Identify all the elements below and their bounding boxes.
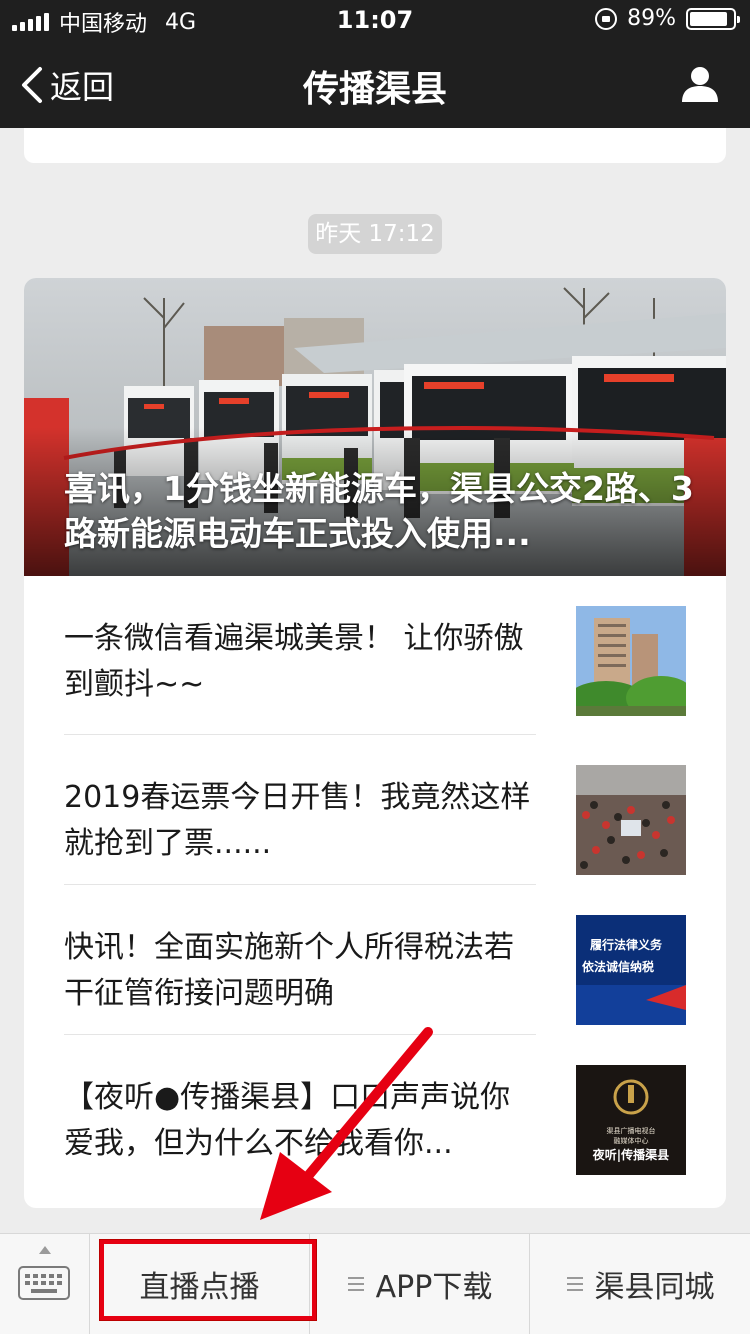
list-item[interactable]: 快讯！全面实施新个人所得税法若干征管衔接问题明确 履行法律义务 依法诚信纳税 bbox=[24, 885, 726, 1035]
night-logo-line-1: 渠县广播电视台 bbox=[607, 1126, 656, 1135]
article-list: 一条微信看遍渠城美景！ 让你骄傲到颤抖~~ 2019春运票今日开售！我竟然这样就… bbox=[24, 576, 726, 1185]
highlight-box bbox=[99, 1239, 317, 1321]
menu-item-label: 渠县同城 bbox=[594, 1270, 715, 1305]
list-item[interactable]: 一条微信看遍渠城美景！ 让你骄傲到颤抖~~ bbox=[24, 576, 726, 735]
previous-message-card[interactable] bbox=[24, 128, 726, 163]
menu-item-app-download[interactable]: APP下载 bbox=[311, 1234, 530, 1334]
navigation-bar: 返回 传播渠县 bbox=[0, 40, 750, 128]
article-thumbnail-city bbox=[576, 606, 686, 716]
status-bar: 中国移动 4G 11:07 89% bbox=[0, 0, 750, 40]
article-thumbnail-tax-banner: 履行法律义务 依法诚信纳税 bbox=[576, 915, 686, 1025]
article-title: 【夜听●传播渠县】口口声声说你爱我，但为什么不给我看你... bbox=[64, 1080, 511, 1161]
tax-banner-line-2: 依法诚信纳税 bbox=[582, 959, 654, 974]
list-item[interactable]: 2019春运票今日开售！我竟然这样就抢到了票...... bbox=[24, 735, 726, 885]
keyboard-icon bbox=[18, 1266, 70, 1300]
article-thumbnail-night-listen: 渠县广播电视台 融媒体中心 夜听|传播渠县 bbox=[576, 1065, 686, 1175]
list-item[interactable]: 【夜听●传播渠县】口口声声说你爱我，但为什么不给我看你... 渠县广播电视台 融… bbox=[24, 1035, 726, 1185]
submenu-icon bbox=[566, 1277, 583, 1291]
night-logo-line-2: 融媒体中心 bbox=[614, 1136, 649, 1145]
article-title: 一条微信看遍渠城美景！ 让你骄傲到颤抖~~ bbox=[64, 621, 524, 702]
night-logo-line-3: 夜听|传播渠县 bbox=[592, 1147, 669, 1162]
page-title: 传播渠县 bbox=[302, 69, 447, 110]
tax-banner-line-1: 履行法律义务 bbox=[589, 937, 663, 952]
article-thumbnail-station bbox=[576, 765, 686, 875]
menu-item-local[interactable]: 渠县同城 bbox=[531, 1234, 750, 1334]
battery-percent: 89% bbox=[627, 6, 676, 31]
menu-item-label: APP下载 bbox=[375, 1270, 493, 1305]
cover-article[interactable]: 喜讯，1分钱坐新能源车，渠县公交2路、3路新能源电动车正式投入使用... bbox=[24, 278, 726, 576]
battery-icon bbox=[686, 7, 740, 30]
rotation-lock-icon bbox=[595, 7, 618, 30]
user-profile-icon[interactable] bbox=[680, 64, 720, 104]
message-timestamp: 昨天 17:12 bbox=[308, 214, 442, 254]
keyboard-toggle-button[interactable] bbox=[0, 1234, 90, 1334]
article-title: 快讯！全面实施新个人所得税法若干征管衔接问题明确 bbox=[64, 930, 514, 1011]
cover-article-title: 喜讯，1分钱坐新能源车，渠县公交2路、3路新能源电动车正式投入使用... bbox=[64, 469, 694, 553]
submenu-icon bbox=[347, 1277, 364, 1291]
article-title: 2019春运票今日开售！我竟然这样就抢到了票...... bbox=[64, 780, 531, 861]
top-bar: 中国移动 4G 11:07 89% 返回 传播渠县 bbox=[0, 0, 750, 128]
chevron-up-icon bbox=[39, 1246, 51, 1254]
article-card: 喜讯，1分钱坐新能源车，渠县公交2路、3路新能源电动车正式投入使用... 一条微… bbox=[24, 278, 726, 1208]
